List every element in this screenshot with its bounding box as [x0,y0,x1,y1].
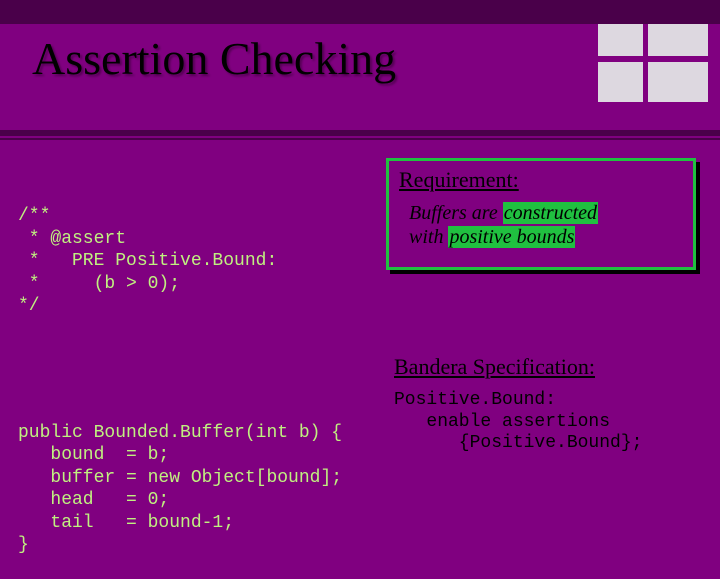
code-block: /** * @assert * PRE Positive.Bound: * (b… [18,160,378,579]
top-color-band [0,0,720,24]
bandera-spec-code: Positive.Bound: enable assertions {Posit… [394,390,704,455]
requirement-box: Requirement: Buffers are constructed wit… [386,158,696,270]
logo-blocks [598,24,708,102]
divider-thick [0,130,720,136]
code-assertion-comment: /** * @assert * PRE Positive.Bound: * (b… [18,205,378,318]
req-highlight: positive bounds [448,226,575,248]
code-method: public Bounded.Buffer(int b) { bound = b… [18,422,378,557]
header: Assertion Checking [0,24,720,132]
bandera-spec-heading: Bandera Specification: [394,354,704,380]
requirement-body: Buffers are constructed with positive bo… [409,201,683,249]
requirement-heading: Requirement: [399,167,683,193]
req-text: with [409,226,443,248]
bandera-spec: Bandera Specification: Positive.Bound: e… [394,354,704,455]
slide-title: Assertion Checking [32,32,396,85]
divider-thin [0,138,720,140]
req-text: Buffers are [409,202,498,224]
req-highlight: constructed [503,202,598,224]
